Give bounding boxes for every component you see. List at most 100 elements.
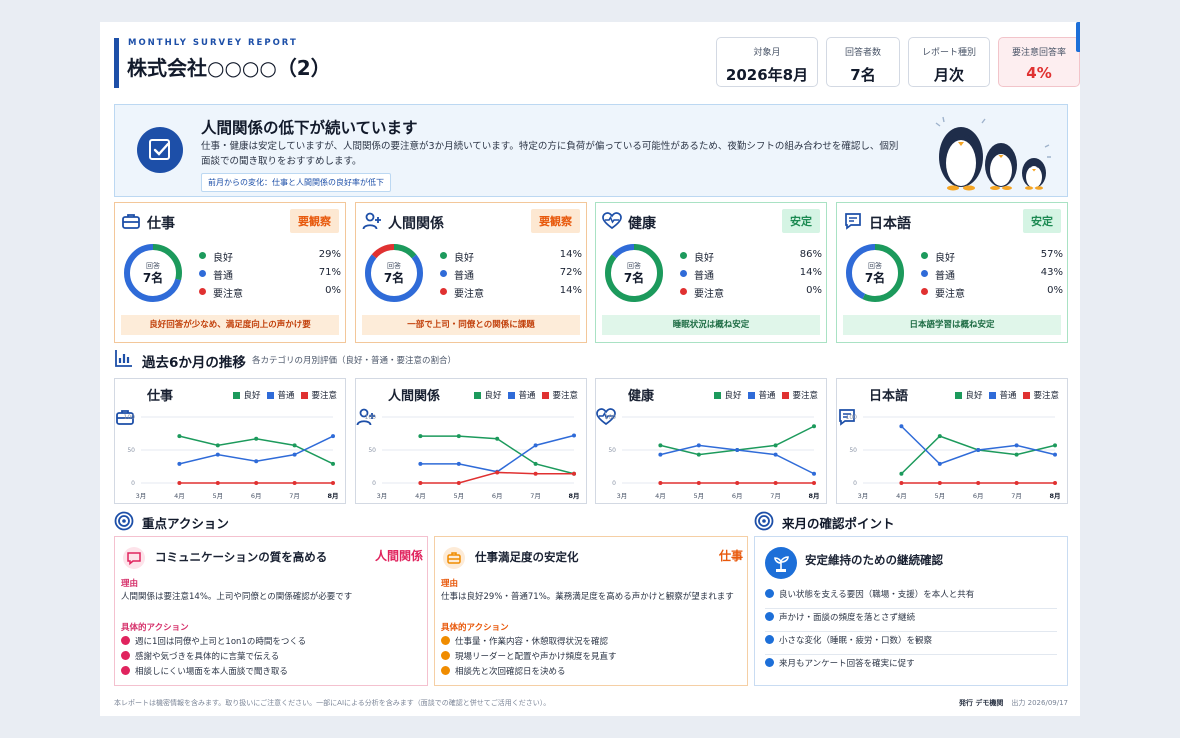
footer-meta: 発行 デモ機関 出力 2026/09/17 xyxy=(959,698,1068,708)
legend-label: 要注意 xyxy=(311,391,337,401)
data-point xyxy=(495,436,500,441)
x-tick-label: 5月 xyxy=(693,492,704,500)
data-point xyxy=(215,443,220,448)
legend-label: 普通 xyxy=(694,271,714,282)
check-icon xyxy=(441,666,450,675)
status-badge: 安定 xyxy=(1023,209,1061,233)
stat-label: レポート種別 xyxy=(921,48,976,58)
trend-title: 仕事 xyxy=(147,389,174,404)
legend-label: 普通 xyxy=(758,391,776,401)
data-point xyxy=(456,434,461,439)
y-tick-label: 50 xyxy=(849,447,857,454)
action-item-text: 仕事量・作業内容・休憩取得状況を確認 xyxy=(455,637,609,647)
check-icon xyxy=(441,651,450,660)
action-item: 感謝や気づきを具体的に言葉で伝える xyxy=(121,650,279,662)
chat-icon xyxy=(845,213,861,230)
action-item-text: 相談先と次回確認日を決める xyxy=(455,667,566,677)
data-point xyxy=(658,443,663,448)
card-note: 日本語学習は概ね安定 xyxy=(843,315,1061,335)
x-tick-label: 6月 xyxy=(732,492,743,500)
legend-label: 要注意 xyxy=(552,391,578,401)
legend-label: 良好 xyxy=(454,253,474,264)
data-point xyxy=(572,433,576,438)
check-icon xyxy=(121,666,130,675)
y-tick-label: 0 xyxy=(131,480,135,487)
check-icon xyxy=(765,635,774,644)
stat-label: 回答者数 xyxy=(844,48,881,58)
card-note: 睡眠状況は概ね安定 xyxy=(602,315,820,335)
y-tick-label: 50 xyxy=(127,447,135,454)
legend-value: 86% xyxy=(799,249,822,260)
legend-label: 良好 xyxy=(724,391,742,401)
legend-label: 要注意 xyxy=(454,289,484,300)
x-tick-label: 3月 xyxy=(617,492,628,500)
y-tick-label: 100 xyxy=(846,414,858,421)
alert-banner: 人間関係の低下が続いています 仕事・健康は安定していますが、人間関係の要注意が3… xyxy=(114,104,1068,197)
data-point xyxy=(899,471,904,476)
trend-title: 健康 xyxy=(628,389,655,404)
x-tick-label: 8月 xyxy=(568,492,579,500)
card-note: 一部で上司・同僚との関係に課題 xyxy=(362,315,580,335)
legend-value: 0% xyxy=(325,285,341,296)
x-tick-label: 8月 xyxy=(808,492,819,500)
penguin-family-illustration xyxy=(935,116,1051,191)
x-tick-label: 6月 xyxy=(251,492,262,500)
legend-value: 71% xyxy=(318,267,341,278)
check-item: 声かけ・面談の頻度を落とさず継続 xyxy=(765,610,1057,632)
x-tick-label: 4月 xyxy=(896,492,907,500)
check-icon xyxy=(121,636,130,645)
data-point xyxy=(1014,481,1019,485)
legend-caution: 要注意 0% xyxy=(921,285,1063,300)
legend-label: 良好 xyxy=(243,391,261,401)
check-item: 来月もアンケート回答を確実に促す xyxy=(765,656,1057,678)
data-point xyxy=(292,452,297,457)
x-tick-label: 3月 xyxy=(136,492,147,500)
data-point xyxy=(812,481,816,485)
reason-label: 理由 xyxy=(441,579,459,589)
legend-good: 良好 14% xyxy=(440,249,582,264)
next-month-card: 安定維持のための継続確認 良い状態を支える要因（職場・支援）を本人と共有 声かけ… xyxy=(754,536,1068,686)
data-point xyxy=(976,448,981,452)
series-line xyxy=(420,434,575,473)
footer-note: 本レポートは機密情報を含みます。取り扱いにご注意ください。一部にAIによる分析を… xyxy=(114,699,551,707)
legend-label: 良好 xyxy=(935,253,955,264)
data-point xyxy=(533,443,538,448)
data-point xyxy=(696,443,701,448)
actions-label: 具体的アクション xyxy=(441,623,509,633)
data-point xyxy=(177,461,182,466)
x-tick-label: 5月 xyxy=(212,492,223,500)
card-title: 日本語 xyxy=(869,216,911,232)
y-tick-label: 50 xyxy=(368,447,376,454)
series-line xyxy=(900,435,1056,475)
card-note: 良好回答が少なめ、満足度向上の声かけ要 xyxy=(121,315,339,335)
trend-chart: 0 50 100 3月 4月 5月 6月 7月 8月 xyxy=(605,414,820,500)
legend-value: 14% xyxy=(559,285,582,296)
data-point xyxy=(254,436,259,441)
trend-title: 人間関係 xyxy=(388,389,441,404)
data-point xyxy=(1053,443,1057,448)
legend-label: 良好 xyxy=(484,391,502,401)
trend-title: 日本語 xyxy=(869,389,909,404)
card-title: 仕事 xyxy=(147,216,175,232)
action-item-text: 感謝や気づきを具体的に言葉で伝える xyxy=(135,652,280,662)
stat-label: 対象月 xyxy=(753,48,781,58)
data-point xyxy=(1053,481,1057,485)
stat-label: 要注意回答率 xyxy=(1011,48,1066,58)
donut-center-label: 回答 xyxy=(868,261,882,270)
trend-legend: 良好 普通 要注意 xyxy=(467,389,578,401)
data-point xyxy=(812,471,816,476)
status-badge: 要観察 xyxy=(290,209,339,233)
legend-good: 良好 29% xyxy=(199,249,341,264)
check-item: 良い状態を支える要因（職場・支援）を本人と共有 xyxy=(765,587,1057,609)
trends-subtitle: 各カテゴリの月別評価（良好・普通・要注意の割合） xyxy=(252,356,457,366)
check-icon xyxy=(765,589,774,598)
side-tab[interactable] xyxy=(1076,22,1080,52)
data-point xyxy=(456,461,461,466)
trend-chart: 0 50 100 3月 4月 5月 6月 7月 8月 xyxy=(365,414,580,500)
trend-chart: 0 50 100 3月 4月 5月 6月 7月 8月 xyxy=(124,414,339,500)
legend-label: 良好 xyxy=(694,253,714,264)
data-point xyxy=(292,443,297,448)
data-point xyxy=(735,481,740,485)
x-tick-label: 5月 xyxy=(453,492,464,500)
stat-value: 4% xyxy=(1026,64,1052,82)
